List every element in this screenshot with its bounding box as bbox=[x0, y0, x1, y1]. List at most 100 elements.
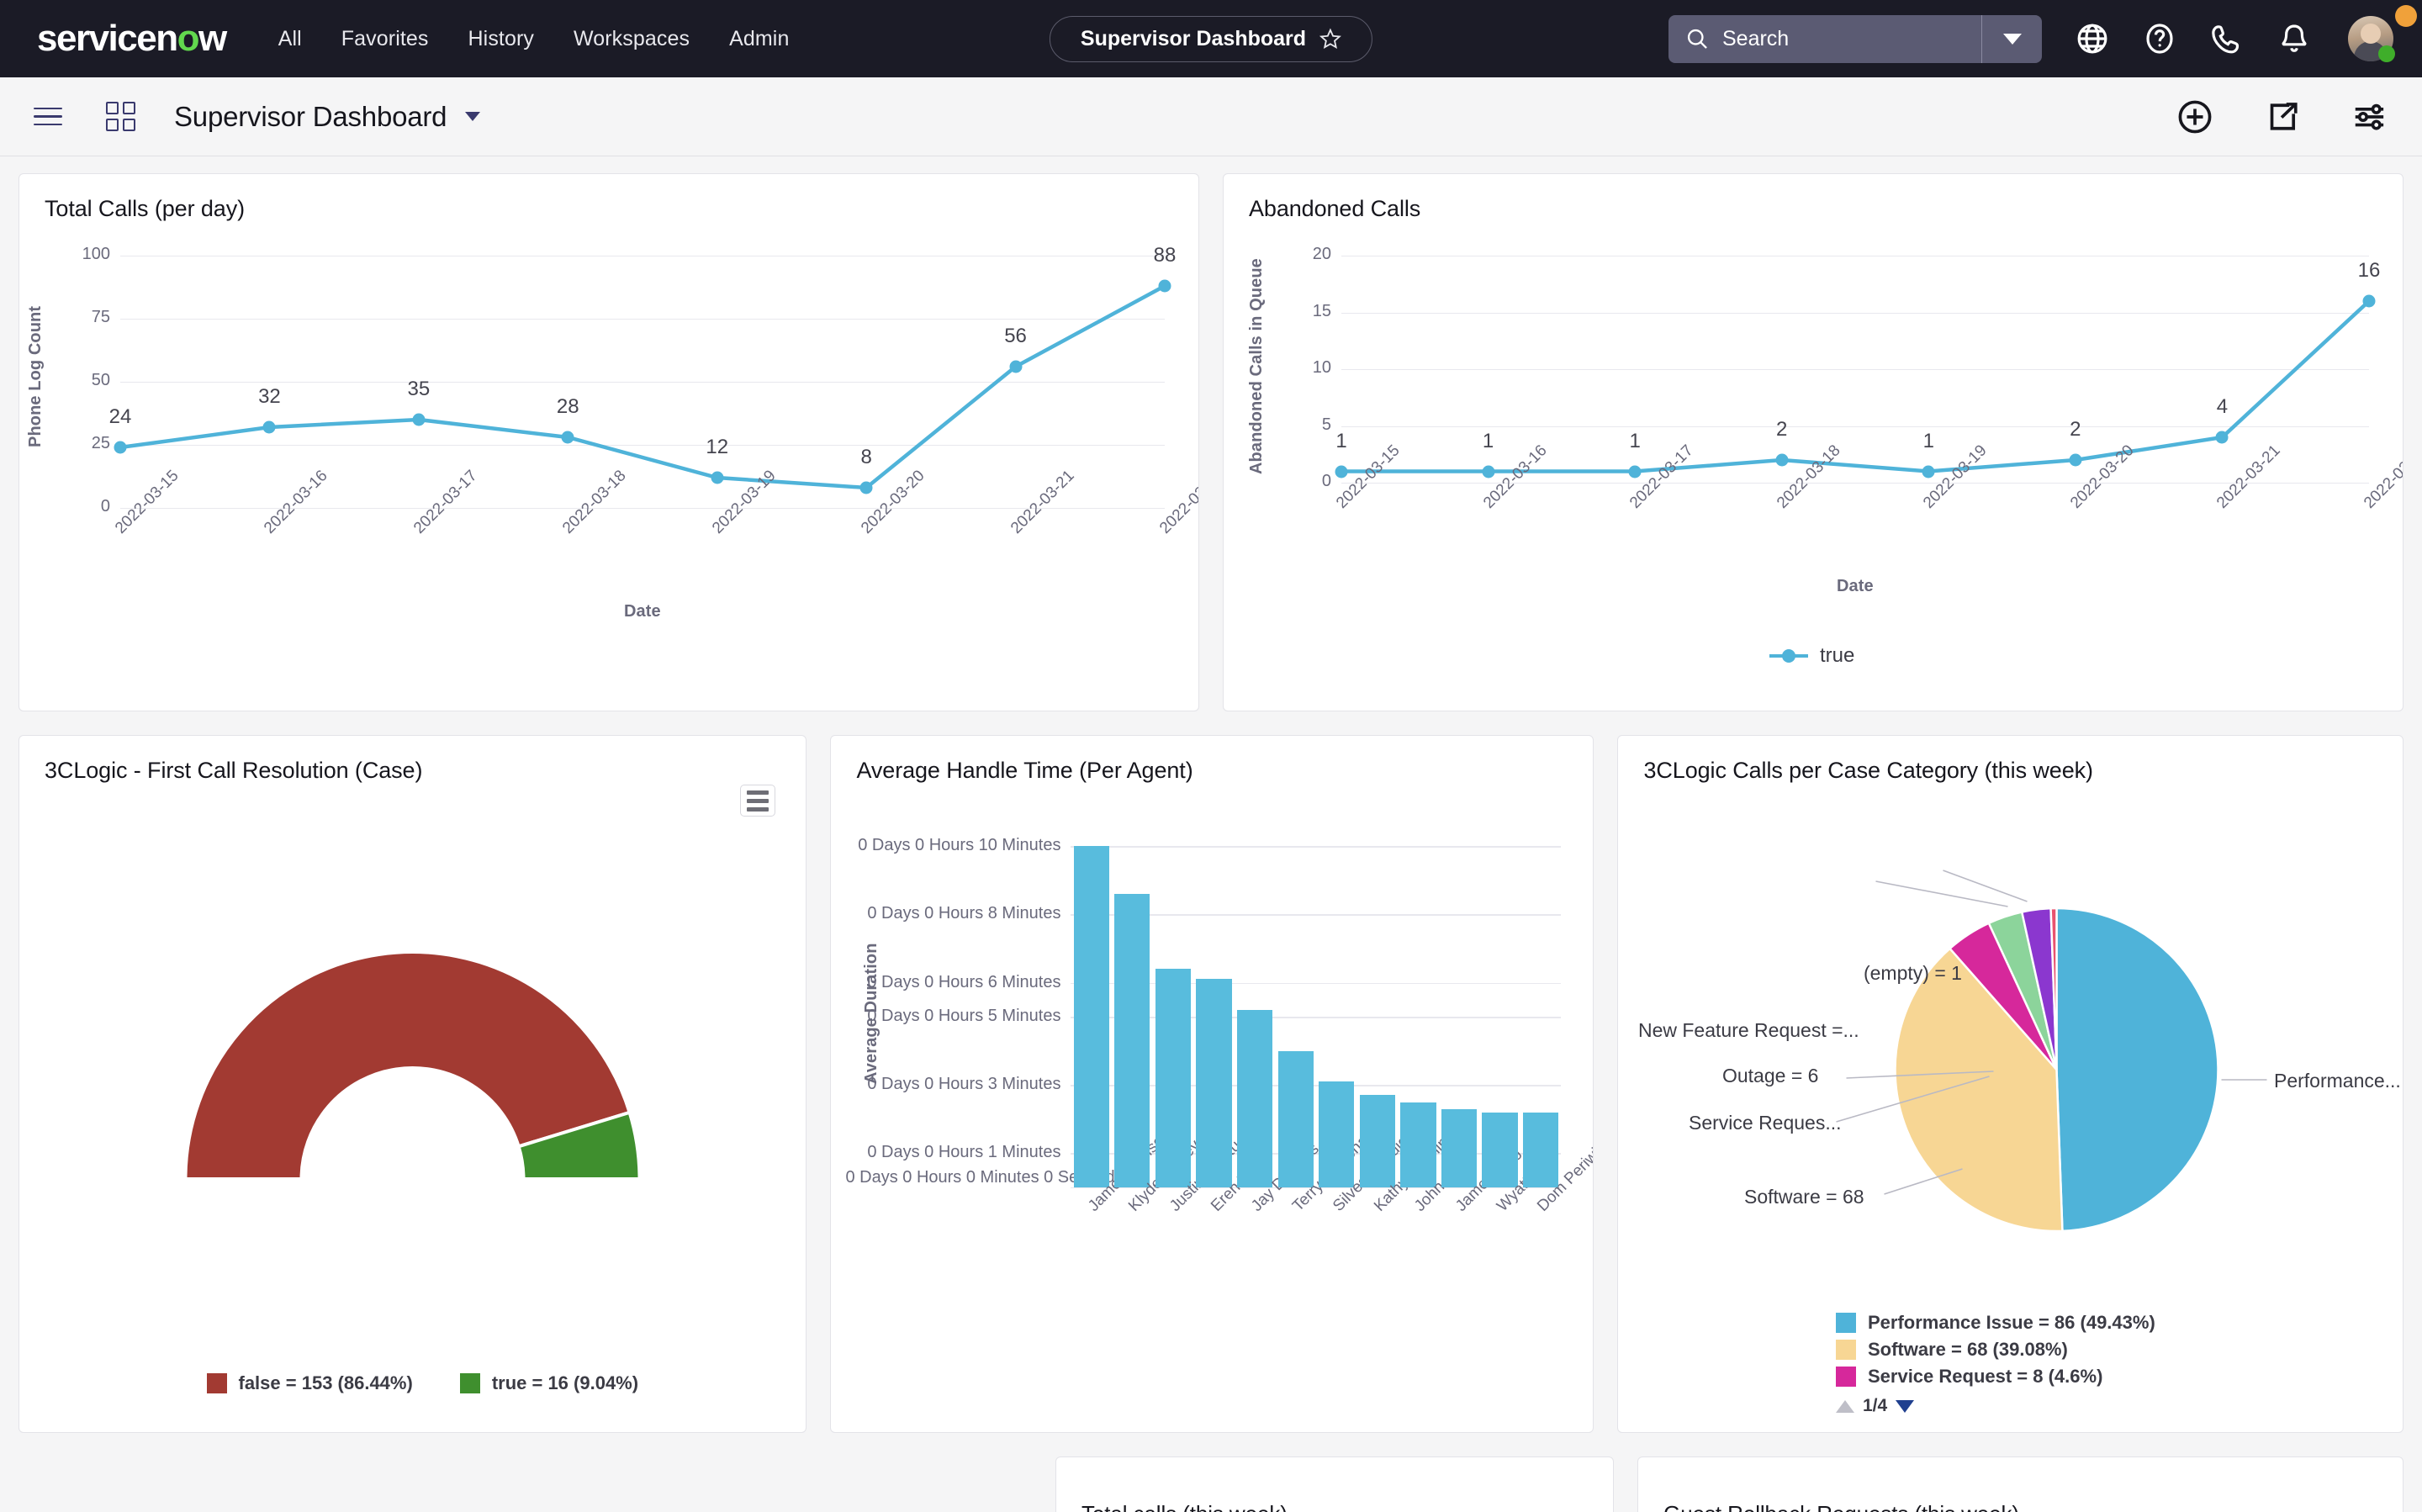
data-point[interactable] bbox=[711, 471, 724, 484]
dashboard-dropdown-caret-icon[interactable] bbox=[465, 112, 481, 121]
bar[interactable] bbox=[1400, 1102, 1436, 1187]
data-point[interactable] bbox=[2215, 431, 2229, 444]
data-point[interactable] bbox=[1335, 465, 1348, 478]
presence-indicator bbox=[2378, 45, 2395, 62]
globe-icon[interactable] bbox=[2076, 22, 2109, 56]
search-icon bbox=[1687, 29, 1707, 49]
data-point[interactable] bbox=[114, 441, 127, 454]
widget-title: 3CLogic - First Call Resolution (Case) bbox=[45, 758, 423, 783]
active-tab-label: Supervisor Dashboard bbox=[1080, 26, 1307, 50]
bar[interactable] bbox=[1236, 1010, 1273, 1187]
x-axis-label: Date bbox=[624, 602, 661, 621]
data-point-label: 28 bbox=[556, 395, 579, 418]
pager-down-icon[interactable] bbox=[1896, 1399, 1915, 1413]
help-icon[interactable] bbox=[2143, 22, 2176, 56]
servicenow-logo[interactable]: servicen o w bbox=[37, 18, 227, 60]
top-navigation-bar: servicen o w All Favorites History Workspa… bbox=[0, 0, 2422, 77]
bar[interactable] bbox=[1155, 969, 1192, 1187]
data-point-label: 1 bbox=[1482, 429, 1494, 452]
legend-item[interactable]: Service Request = 8 (4.6%) bbox=[1835, 1366, 2155, 1388]
data-point[interactable] bbox=[262, 420, 276, 434]
nav-item-all[interactable]: All bbox=[278, 27, 302, 51]
data-point[interactable] bbox=[412, 413, 426, 426]
logo-text-pre: servicen bbox=[37, 18, 178, 59]
bar[interactable] bbox=[1114, 894, 1150, 1187]
line-chart-abandoned-calls[interactable]: 0 5 10 15 20 1 2022-03-15 1 2022-03-16 1 2022-03-1… bbox=[1224, 222, 2403, 693]
bar[interactable] bbox=[1441, 1108, 1478, 1187]
y-axis-label: Phone Log Count bbox=[26, 305, 45, 447]
data-point[interactable] bbox=[561, 431, 574, 444]
pager-up-icon[interactable] bbox=[1835, 1399, 1854, 1413]
half-donut-chart-fcr[interactable]: false = 153 (86.44%) true = 16 (9.04%) bbox=[19, 784, 806, 1423]
legend-swatch bbox=[1835, 1340, 1856, 1360]
bar[interactable] bbox=[1073, 846, 1109, 1187]
legend-item[interactable]: false = 153 (86.44%) bbox=[206, 1372, 413, 1394]
data-point[interactable] bbox=[2069, 453, 2082, 467]
legend-item[interactable]: true = 16 (9.04%) bbox=[459, 1372, 639, 1394]
bar[interactable] bbox=[1319, 1081, 1355, 1187]
data-point-label: 1 bbox=[1629, 429, 1641, 452]
bar[interactable] bbox=[1359, 1095, 1395, 1187]
data-point[interactable] bbox=[1775, 453, 1789, 467]
data-point-label: 4 bbox=[2216, 395, 2229, 418]
star-icon[interactable] bbox=[1319, 28, 1342, 50]
add-icon[interactable] bbox=[2176, 98, 2213, 135]
widget-total-calls-this-week: Total calls (this week) bbox=[1055, 1456, 1615, 1512]
data-point[interactable] bbox=[1482, 465, 1495, 478]
share-icon[interactable] bbox=[2264, 98, 2301, 135]
half-donut-series[interactable] bbox=[19, 784, 806, 1423]
user-avatar[interactable] bbox=[2348, 16, 2395, 62]
widget-abandoned-calls: Abandoned Calls 0 5 10 15 20 1 2022-03-15 1 2022… bbox=[1223, 173, 2403, 711]
data-point[interactable] bbox=[1009, 360, 1023, 373]
primary-nav: All Favorites History Workspaces Admin bbox=[278, 27, 790, 51]
data-point[interactable] bbox=[1158, 279, 1171, 293]
data-point-label: 16 bbox=[2357, 259, 2381, 282]
y-axis-label: Average Duration bbox=[862, 943, 881, 1084]
global-search[interactable] bbox=[1668, 14, 2042, 63]
widget-calls-per-case-category: 3CLogic Calls per Case Category (this we… bbox=[1617, 735, 2403, 1433]
y-axis-tick: 0 Days 0 Hours 8 Minutes bbox=[867, 904, 1061, 923]
data-point[interactable] bbox=[859, 481, 873, 494]
data-point[interactable] bbox=[2362, 294, 2376, 308]
legend-label: true = 16 (9.04%) bbox=[491, 1372, 639, 1393]
legend-label: Performance Issue = 86 (49.43%) bbox=[1867, 1312, 2155, 1333]
widget-title: Total Calls (per day) bbox=[45, 196, 245, 221]
legend-item[interactable]: Performance Issue = 86 (49.43%) bbox=[1835, 1312, 2155, 1334]
search-dropdown-button[interactable] bbox=[1981, 14, 2042, 63]
nav-item-workspaces[interactable]: Workspaces bbox=[574, 27, 690, 51]
legend-label[interactable]: true bbox=[1820, 644, 1854, 668]
data-point[interactable] bbox=[1922, 465, 1935, 478]
pie-slice-label: (empty) = 1 bbox=[1863, 962, 1962, 984]
pie-slice[interactable] bbox=[2055, 907, 2220, 1233]
legend-item[interactable]: Software = 68 (39.08%) bbox=[1835, 1339, 2155, 1361]
bar[interactable] bbox=[1523, 1112, 1559, 1187]
legend-swatch bbox=[1835, 1367, 1856, 1387]
data-point-label: 2 bbox=[2070, 418, 2081, 441]
nav-item-favorites[interactable]: Favorites bbox=[341, 27, 429, 51]
dashboard-grid-icon[interactable] bbox=[106, 102, 135, 131]
bar[interactable] bbox=[1196, 979, 1232, 1187]
line-chart-total-calls[interactable]: 0 25 50 75 100 24 2022-03-15 32 2022-03-16 35 2022… bbox=[19, 222, 1198, 693]
search-field-wrap[interactable] bbox=[1668, 15, 1981, 63]
y-axis-tick: 0 Days 0 Hours 10 Minutes bbox=[858, 836, 1061, 855]
active-tab-supervisor-dashboard[interactable]: Supervisor Dashboard bbox=[1049, 15, 1373, 62]
phone-icon[interactable] bbox=[2210, 22, 2244, 56]
y-axis-label: Abandoned Calls in Queue bbox=[1247, 257, 1266, 474]
bell-icon[interactable] bbox=[2277, 22, 2311, 56]
data-point[interactable] bbox=[1628, 465, 1642, 478]
data-point-label: 32 bbox=[258, 385, 281, 408]
legend-marker bbox=[1769, 649, 1808, 663]
data-point-label: 56 bbox=[1004, 325, 1027, 347]
widget-title: 3CLogic Calls per Case Category (this we… bbox=[1643, 758, 2093, 783]
legend-swatch bbox=[1835, 1313, 1856, 1333]
pie-chart-case-category[interactable]: Performance... Software = 68 Service Reque… bbox=[1618, 784, 2403, 1431]
bar-chart-average-handle-time[interactable]: 0 Days 0 Hours 10 Minutes 0 Days 0 Hours … bbox=[831, 784, 1593, 1431]
nav-item-history[interactable]: History bbox=[468, 27, 534, 51]
menu-hamburger-icon[interactable] bbox=[34, 102, 62, 132]
bar[interactable] bbox=[1277, 1050, 1314, 1187]
nav-item-admin[interactable]: Admin bbox=[729, 27, 789, 51]
bar[interactable] bbox=[1482, 1112, 1518, 1187]
search-input[interactable] bbox=[1722, 26, 1965, 51]
dashboard-toolbar: Supervisor Dashboard bbox=[0, 77, 2422, 156]
filter-icon[interactable] bbox=[2351, 98, 2388, 135]
